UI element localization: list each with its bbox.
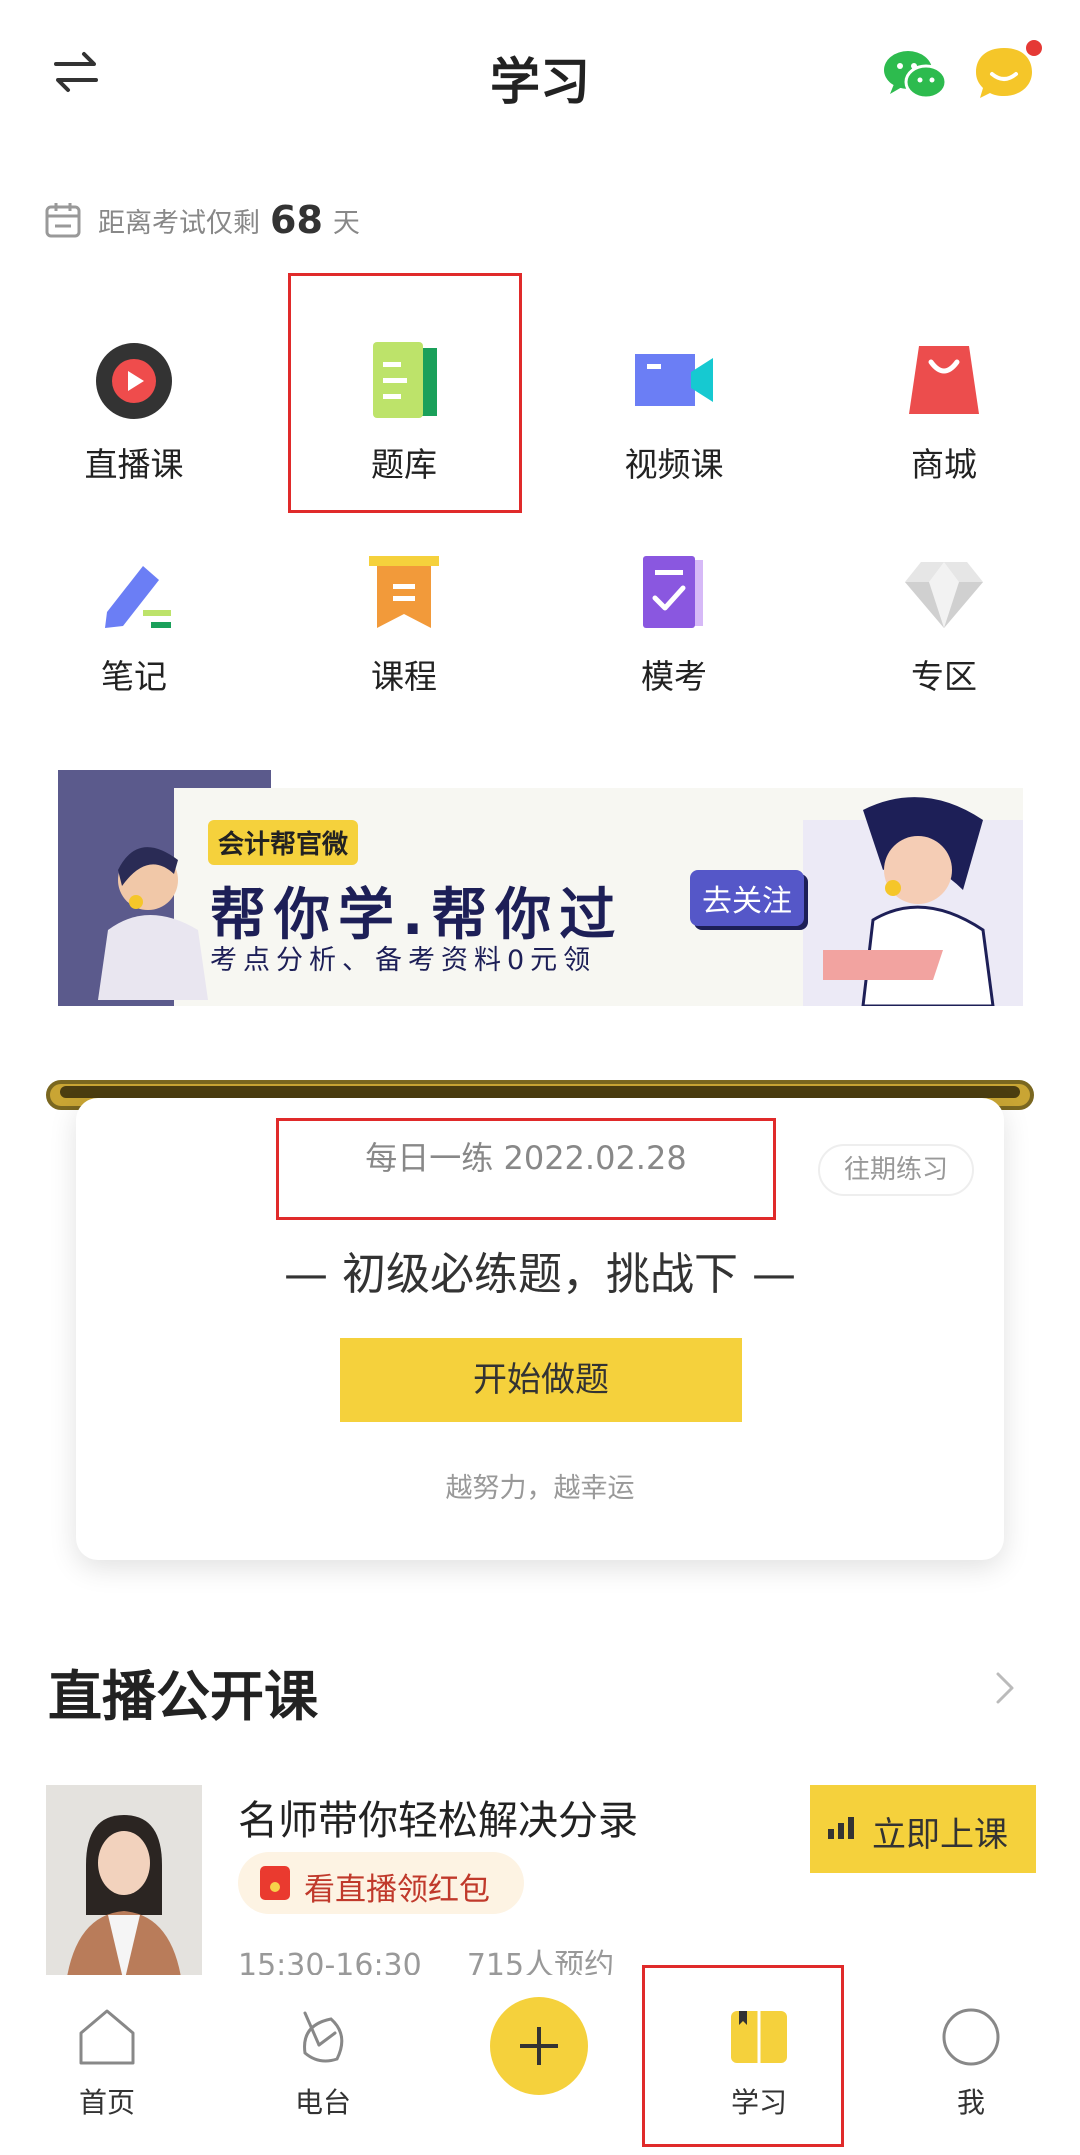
nav-label: 首页 [78,2086,135,2119]
nav-item-home[interactable]: 首页 [32,1975,182,2125]
grid-item-video[interactable]: 视频课 [574,336,774,496]
redpack-label: 看直播领红包 [304,1872,490,1908]
grid-label: 直播课 [84,445,184,484]
grid-item-live[interactable]: 直播课 [34,336,234,496]
attend-now-label: 立即上课 [872,1815,1008,1855]
course-icon [369,556,439,628]
woman-illustration-icon [823,797,995,1006]
profile-icon [942,2008,1000,2066]
nav-item-profile[interactable]: 我 [896,1975,1046,2125]
grid-item-mock-exam[interactable]: 模考 [574,548,774,708]
header: 学习 [0,0,1080,150]
past-practice-button[interactable]: 往期练习 [818,1144,974,1196]
chevron-right-icon[interactable] [990,1668,1020,1708]
live-icon [96,343,172,419]
home-icon [79,2009,135,2065]
grid-label: 专区 [911,657,977,696]
mock-exam-icon [643,556,703,628]
motto-text: 越努力，越幸运 [445,1473,635,1504]
red-envelope-icon [260,1866,290,1900]
shop-icon [909,346,979,414]
scroll-rod-inner [60,1086,1020,1098]
nav-label: 我 [956,2086,985,2119]
highlight-box-study-tab [642,1965,844,2147]
grid-item-shop[interactable]: 商城 [844,336,1044,496]
grid-label: 模考 [641,657,707,696]
grid-label: 笔记 [101,657,167,696]
calendar-icon [45,203,81,238]
live-section-heading: 直播公开课 [48,1665,318,1728]
banner-subline: 考点分析、备考资料0元领 [210,945,597,976]
redpack-badge[interactable]: 看直播领红包 [238,1852,524,1914]
wechat-icon[interactable] [882,48,948,104]
teacher-photo-icon [46,1785,202,1983]
message-icon[interactable] [972,38,1044,108]
grid-label: 课程 [371,657,437,696]
follow-button[interactable]: 去关注 [690,870,804,926]
plus-icon[interactable] [490,1997,588,2095]
banner-tag: 会计帮官微 [208,820,359,865]
highlight-box-daily-title [276,1118,776,1220]
girl-illustration-icon [98,847,208,1000]
grid-label: 商城 [911,445,977,484]
radio-icon [303,2011,344,2063]
zone-icon [905,562,983,628]
note-icon [105,566,171,628]
grid-item-note[interactable]: 笔记 [34,548,234,708]
grid-item-course[interactable]: 课程 [304,548,504,708]
nav-item-radio[interactable]: 电台 [248,1975,398,2125]
promo-banner[interactable]: 会计帮官微 帮你学.帮你过 考点分析、备考资料0元领 去关注 [58,770,1023,1006]
video-icon [635,354,713,406]
attend-now-button[interactable]: 立即上课 [810,1785,1036,1873]
nav-label: 电台 [294,2086,351,2119]
start-practice-button[interactable]: 开始做题 [340,1338,742,1422]
grid-label: 视频课 [624,445,724,484]
grid-item-zone[interactable]: 专区 [844,548,1044,708]
countdown-suffix: 天 [332,207,360,239]
signal-bars-icon [828,1817,854,1839]
countdown-days: 68 [270,198,323,242]
highlight-box-question-bank [288,273,522,513]
countdown-prefix: 距离考试仅剩 [98,207,260,239]
teacher-avatar[interactable] [46,1785,202,1983]
exam-countdown: 距离考试仅剩 68 天 [44,195,360,245]
live-course-title[interactable]: 名师带你轻松解决分录 [238,1788,638,1846]
daily-practice-subtitle: — 初级必练题，挑战下 — [284,1249,796,1300]
